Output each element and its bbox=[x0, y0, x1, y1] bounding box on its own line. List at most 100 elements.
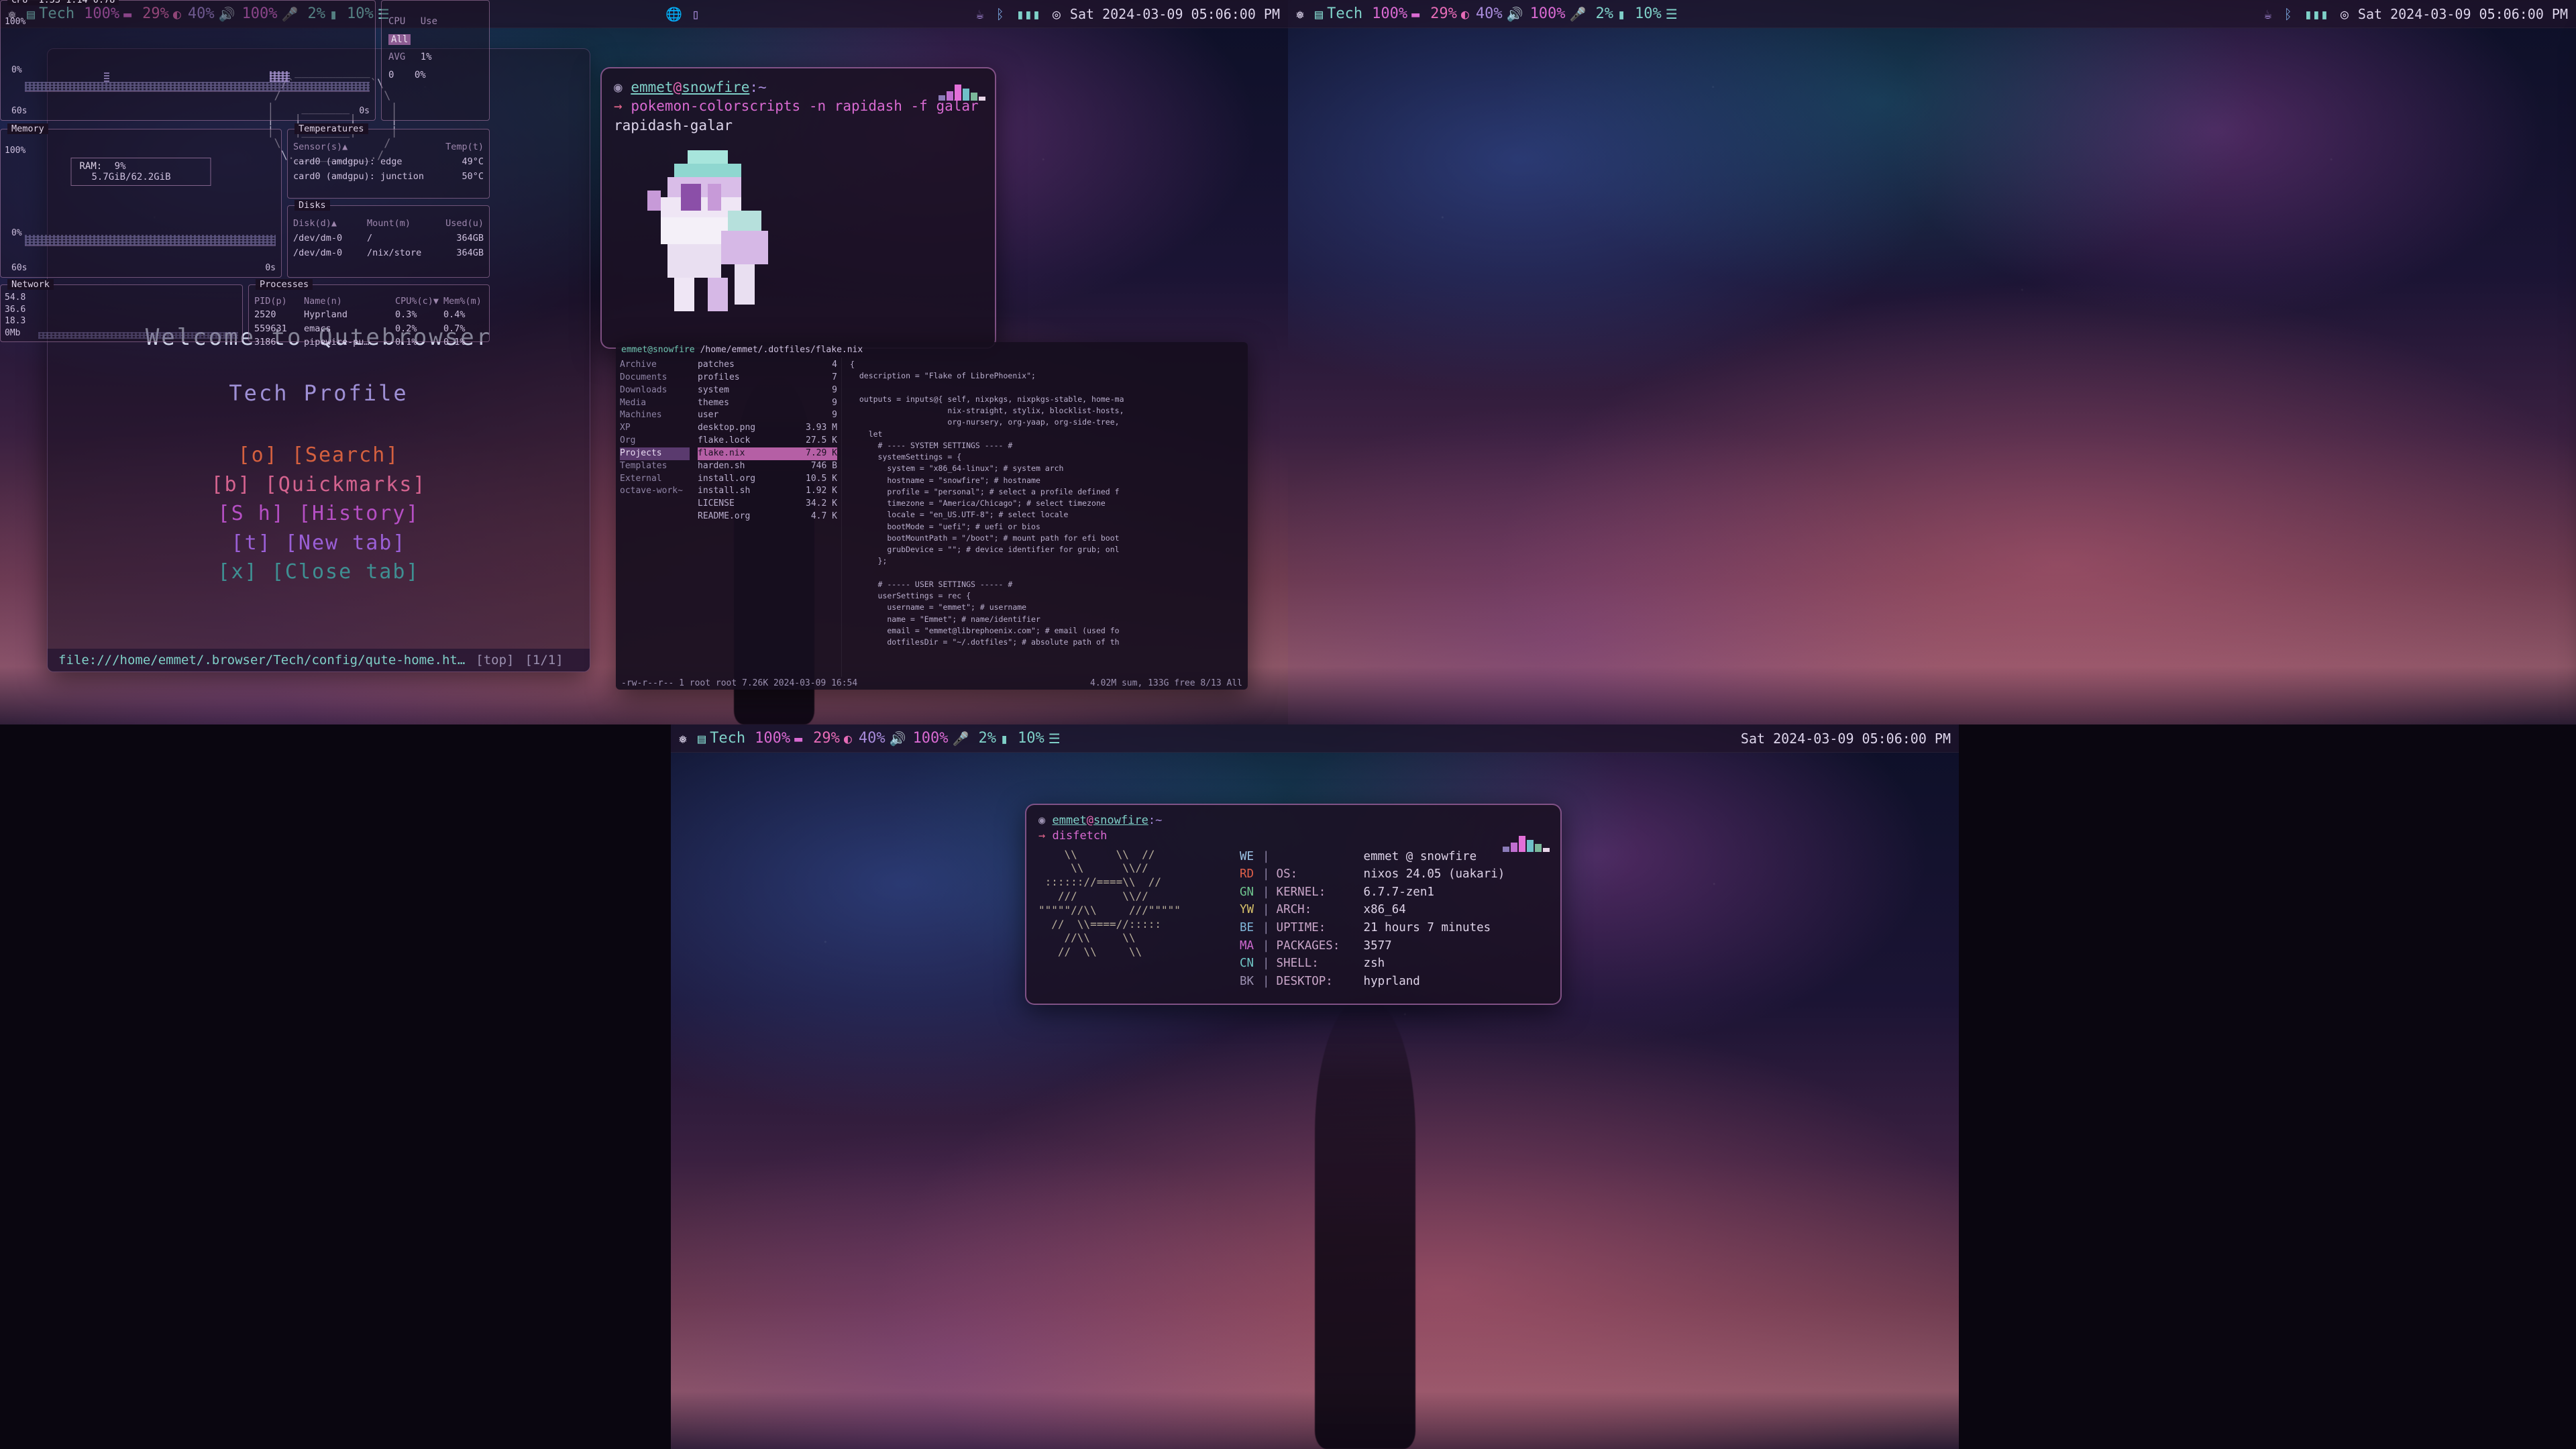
cup-icon[interactable]: ☕ bbox=[2264, 7, 2272, 21]
record-icon[interactable]: ◎ bbox=[2341, 7, 2349, 21]
menu-item-search[interactable]: [o] [Search] bbox=[48, 441, 590, 470]
ranger-file-item[interactable]: themes 9 bbox=[698, 397, 837, 410]
ranger-file-item[interactable]: user 9 bbox=[698, 409, 837, 422]
ranger-file-item[interactable]: flake.nix 7.29 K bbox=[698, 447, 837, 460]
wifi-icon[interactable]: ▮▮▮ bbox=[1016, 7, 1040, 21]
prompt-arrow-icon: → bbox=[1038, 828, 1046, 843]
btop-memory-box[interactable]: Memory 100% 0% 60s 0s RAM: 9% 5.7GiB/62.… bbox=[0, 123, 282, 278]
ranger-file-item[interactable]: system 9 bbox=[698, 384, 837, 397]
ranger-file-item[interactable]: install.sh 1.92 K bbox=[698, 485, 837, 498]
ranger-file-item[interactable]: install.org 10.5 K bbox=[698, 473, 837, 486]
wifi-icon[interactable]: ▮▮▮ bbox=[2304, 7, 2328, 21]
bar-volume-2[interactable]: 40% 🔊 bbox=[1476, 5, 1523, 22]
ranger-parent-item[interactable]: Templates bbox=[620, 460, 690, 473]
ranger-parent-item[interactable]: Documents bbox=[620, 372, 690, 384]
bar-ram-2[interactable]: 10% ☰ bbox=[1635, 5, 1678, 22]
ranger-parent-item[interactable]: Org bbox=[620, 435, 690, 447]
ranger-parent-item[interactable]: Archive bbox=[620, 359, 690, 372]
status-bar-right[interactable]: ❅ ▤ Tech 100% ▬ 29% ◐ 40% 🔊 100% 🎤 2% ▮ … bbox=[1288, 0, 2576, 28]
ranger-file-manager-window[interactable]: emmet@snowfire /home/emmet/.dotfiles/fla… bbox=[616, 342, 1248, 690]
btop-cpu-use-box[interactable]: CPU Use All AVG 1% 0 0% bbox=[381, 0, 490, 121]
bar-workspace-2[interactable]: ▤ Tech bbox=[1315, 5, 1362, 22]
clock[interactable]: Sat 2024-03-09 05:06:00 PM bbox=[1741, 731, 1951, 747]
disfetch-terminal-window[interactable]: ◉ emmet@snowfire:~ → disfetch \\ \\ // \… bbox=[1025, 804, 1562, 1005]
ranger-file-item[interactable]: desktop.png 3.93 M bbox=[698, 422, 837, 435]
ranger-column-parent[interactable]: Archive Documents Downloads Media Machines XP… bbox=[616, 358, 694, 677]
fetch-colorcode: MA bbox=[1240, 938, 1254, 953]
cpu-use-col-use: Use bbox=[420, 16, 438, 27]
ranger-parent-item[interactable]: octave-work~ bbox=[620, 485, 690, 498]
bar-workspace-3[interactable]: ▤ Tech bbox=[698, 730, 745, 747]
bar-mic-3[interactable]: 100% 🎤 bbox=[913, 730, 969, 747]
cpu-x-left: 60s bbox=[11, 106, 28, 116]
nixos-snowflake-icon[interactable]: ❅ bbox=[1296, 7, 1304, 21]
ranger-file-item[interactable]: README.org 4.7 K bbox=[698, 511, 837, 523]
bluetooth-icon[interactable]: ᛒ bbox=[2284, 7, 2292, 21]
bar-tray-2[interactable]: ☕ ᛒ ▮▮▮ ◎ bbox=[2264, 7, 2349, 21]
btop-disks-box[interactable]: Disks Disk(d)▲ Mount(m) Used(u) /dev/dm-… bbox=[287, 200, 490, 278]
bluetooth-icon[interactable]: ᛒ bbox=[996, 7, 1004, 21]
btop-network-box[interactable]: Network 54.8 36.6 18.3 0Mb bbox=[0, 279, 243, 342]
bar-tray[interactable]: ☕ ᛒ ▮▮▮ ◎ bbox=[976, 7, 1061, 21]
ranger-file-item[interactable]: patches 4 bbox=[698, 359, 837, 372]
ranger-file-item[interactable]: harden.sh 746 B bbox=[698, 460, 837, 473]
bar-cpu-2[interactable]: 2% ▮ bbox=[1595, 5, 1625, 22]
status-bar-bottom[interactable]: ❅ ▤ Tech 100% ▬ 29% ◐ 40% 🔊 100% 🎤 2% ▮ … bbox=[671, 724, 1959, 753]
disk-name-1: /dev/dm-0 bbox=[293, 247, 343, 258]
temp-sensor-1: card0 (amdgpu): junction bbox=[293, 170, 425, 182]
ranger-parent-item[interactable]: Downloads bbox=[620, 384, 690, 397]
ranger-parent-item[interactable]: XP bbox=[620, 422, 690, 435]
menu-item-history[interactable]: [S h] [History] bbox=[48, 499, 590, 529]
ranger-parent-item[interactable]: Machines bbox=[620, 409, 690, 422]
processes-table: PID(p) Name(n) CPU%(c)▼ Mem%(m) 2520 Hyp… bbox=[249, 285, 489, 353]
ranger-file-name: install.sh bbox=[698, 486, 751, 496]
clock[interactable]: Sat 2024-03-09 05:06:00 PM bbox=[2358, 6, 2568, 22]
bar-brightness-2[interactable]: 29% ◐ bbox=[1430, 5, 1469, 22]
bar-battery-3[interactable]: 100% ▬ bbox=[755, 730, 802, 747]
ranger-file-item[interactable]: LICENSE 34.2 K bbox=[698, 498, 837, 511]
ranger-parent-item[interactable]: Projects bbox=[620, 447, 690, 460]
bar-distro-2[interactable]: ❅ bbox=[1296, 7, 1304, 21]
cpu-use-row-all[interactable]: All bbox=[388, 31, 484, 49]
globe-icon[interactable]: 🌐 bbox=[665, 7, 682, 21]
btop-processes-box[interactable]: Processes PID(p) Name(n) CPU%(c)▼ Mem%(m… bbox=[248, 279, 490, 347]
menu-item-quickmarks[interactable]: [b] [Quickmarks] bbox=[48, 470, 590, 500]
clock[interactable]: Sat 2024-03-09 05:06:00 PM bbox=[1070, 6, 1280, 22]
cup-icon[interactable]: ☕ bbox=[976, 7, 984, 21]
ranger-parent-item[interactable]: Media bbox=[620, 397, 690, 410]
bar-center-icons[interactable]: 🌐 ▯ bbox=[665, 7, 700, 21]
book-icon[interactable]: ▯ bbox=[692, 7, 700, 21]
ranger-parent-item[interactable]: External bbox=[620, 473, 690, 486]
bar-volume-3[interactable]: 40% 🔊 bbox=[859, 730, 906, 747]
bar-brightness-3[interactable]: 29% ◐ bbox=[813, 730, 852, 747]
prompt-user: emmet bbox=[631, 79, 674, 95]
table-row[interactable]: 2520 Hyprland 0.3% 0.4% bbox=[254, 308, 484, 321]
disks-header: Disk(d)▲ Mount(m) Used(u) bbox=[293, 217, 484, 231]
table-row[interactable]: 559631 emacs 0.2% 0.7% bbox=[254, 322, 484, 335]
terminal-prompt-line: ◉ emmet@snowfire:~ bbox=[614, 78, 983, 97]
status-url: file:///home/emmet/.browser/Tech/config/… bbox=[58, 653, 466, 667]
bar-ram-3[interactable]: 10% ☰ bbox=[1018, 730, 1061, 747]
proc-pid-1: 559631 bbox=[254, 323, 287, 334]
bar-cpu-3[interactable]: 2% ▮ bbox=[978, 730, 1008, 747]
disk-used-1: 364GB bbox=[456, 247, 484, 258]
nixos-snowflake-icon[interactable]: ❅ bbox=[679, 732, 687, 745]
table-row[interactable]: 3186 pipewire-pu… 0.1% 0.1% bbox=[254, 335, 484, 349]
ranger-file-size: 34.2 K bbox=[806, 498, 837, 509]
bar-battery-2[interactable]: 100% ▬ bbox=[1372, 5, 1419, 22]
menu-item-new-tab[interactable]: [t] [New tab] bbox=[48, 529, 590, 558]
bar-mic-2[interactable]: 100% 🎤 bbox=[1530, 5, 1587, 22]
fetch-value: 6.7.7-zen1 bbox=[1363, 885, 1434, 899]
bar-distro-3[interactable]: ❅ bbox=[679, 732, 687, 745]
btop-cpu-box[interactable]: CPU 1.53 1.14 0.78 100% 0% 60s 0s bbox=[0, 0, 376, 121]
ranger-file-item[interactable]: profiles 7 bbox=[698, 372, 837, 384]
record-icon[interactable]: ◎ bbox=[1053, 7, 1061, 21]
ranger-column-current[interactable]: patches 4 profiles 7 system 9 themes 9 user 9 desk… bbox=[694, 358, 841, 677]
ranger-column-preview: { description = "Flake of LibrePhoenix";… bbox=[841, 358, 1248, 677]
btop-temperatures-box[interactable]: Temperatures Sensor(s)▲ Temp(t) card0 (a… bbox=[287, 123, 490, 199]
menu-item-close-tab[interactable]: [x] [Close tab] bbox=[48, 557, 590, 587]
fetch-row: BK | DESKTOP: hyprland bbox=[1240, 973, 1548, 991]
pokemon-terminal-window[interactable]: ◉ emmet@snowfire:~ → pokemon-colorscript… bbox=[600, 67, 996, 349]
ranger-file-item[interactable]: flake.lock 27.5 K bbox=[698, 435, 837, 447]
brightness-icon: ◐ bbox=[1460, 5, 1469, 22]
